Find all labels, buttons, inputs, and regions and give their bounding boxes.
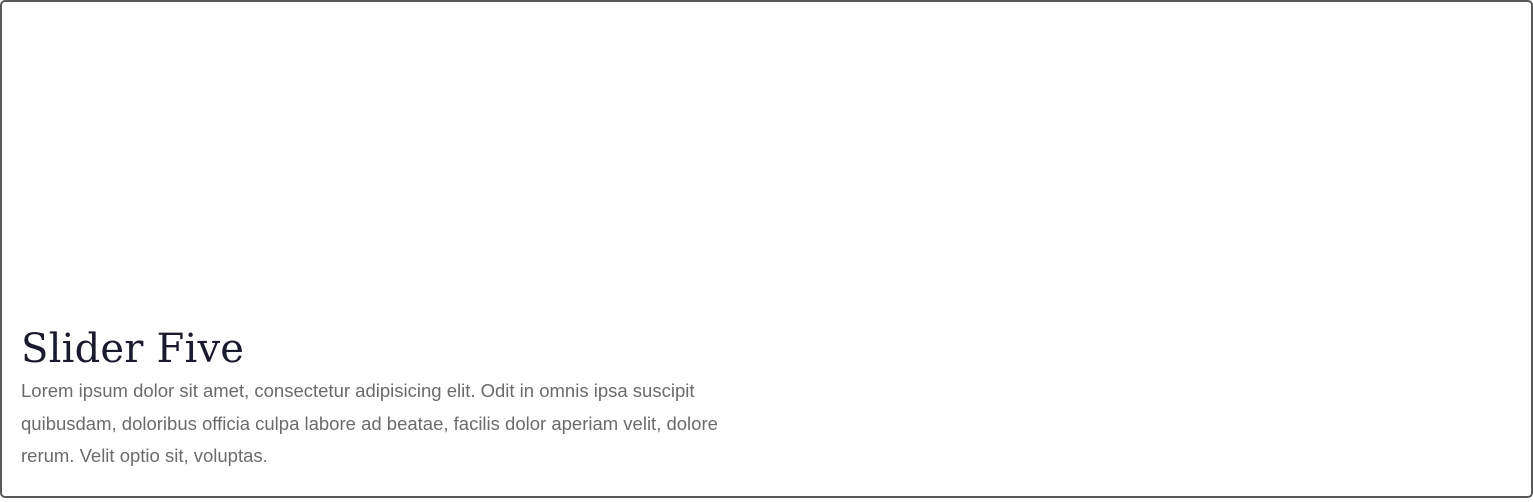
slide-caption: Slider Five Lorem ipsum dolor sit amet, …: [21, 324, 741, 473]
slide-description: Lorem ipsum dolor sit amet, consectetur …: [21, 380, 718, 466]
slide-title: Slider Five: [21, 326, 245, 372]
slider-slide: Slider Five Lorem ipsum dolor sit amet, …: [0, 0, 1533, 498]
